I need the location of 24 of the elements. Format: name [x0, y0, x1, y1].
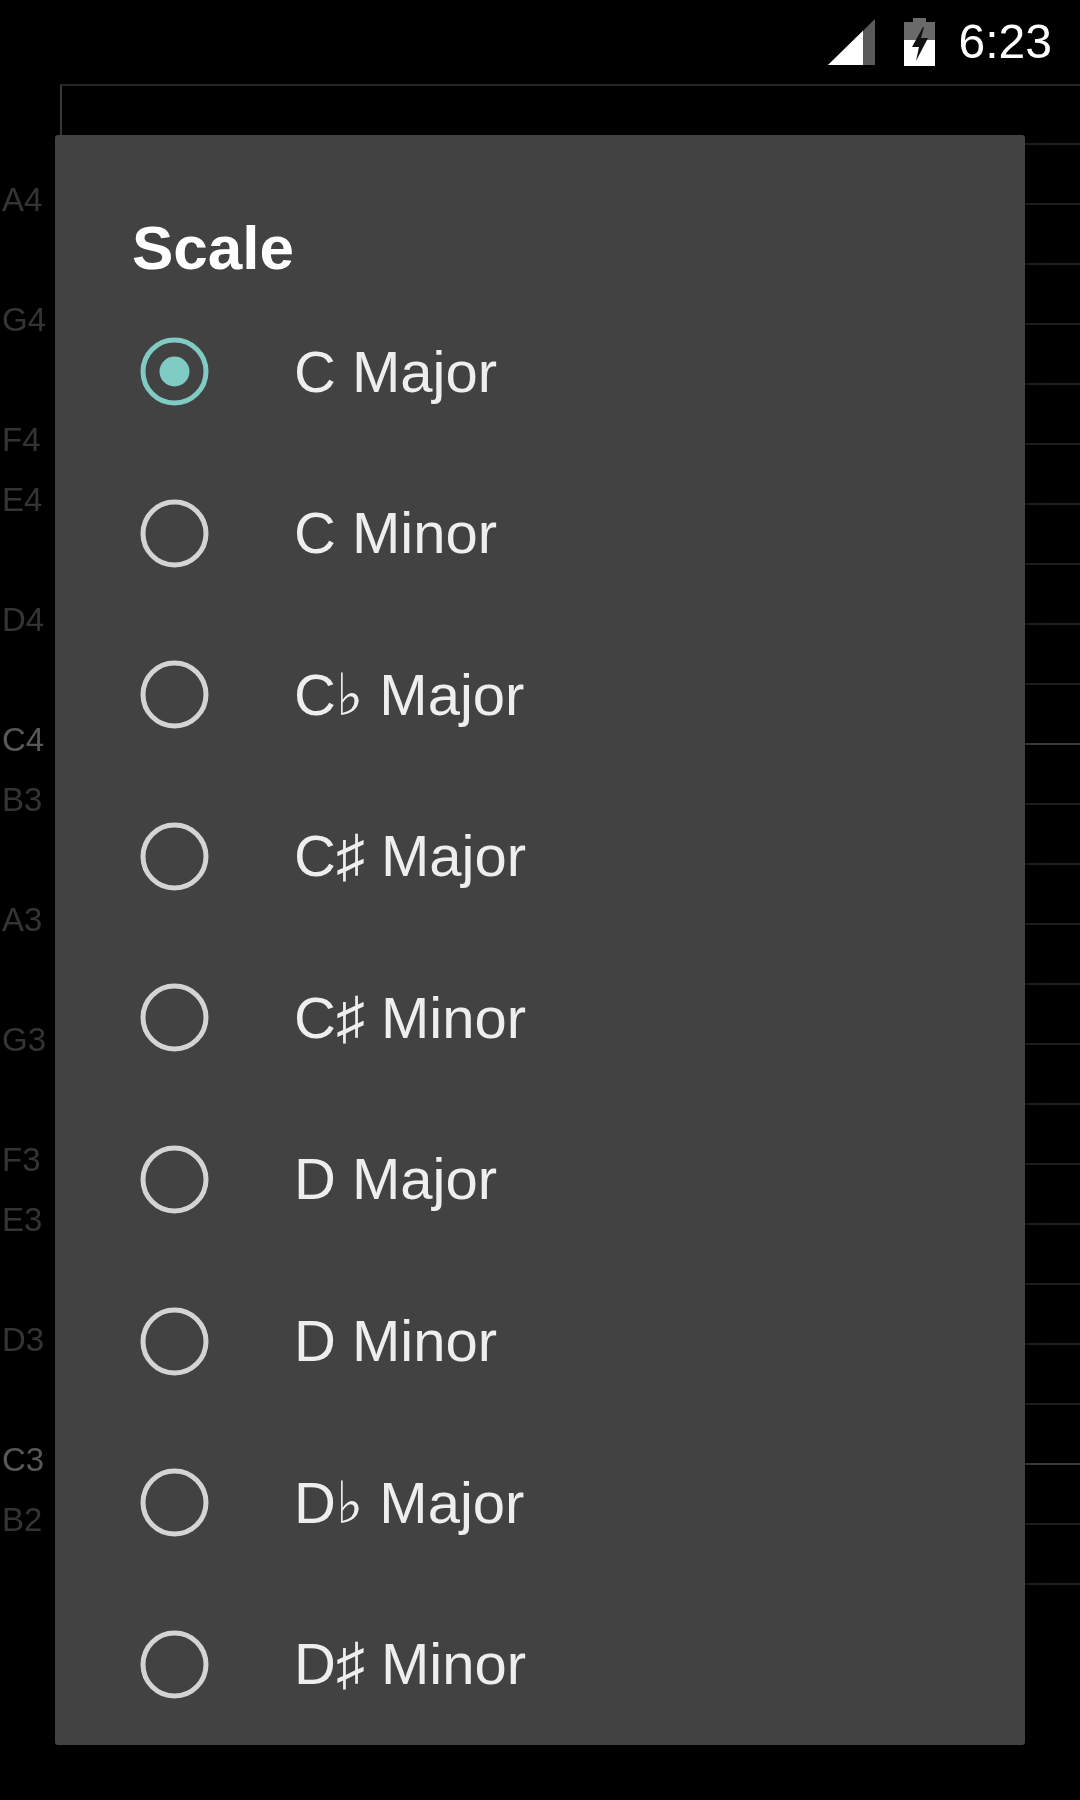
radio-button[interactable] — [140, 498, 209, 568]
scale-option[interactable]: C♯ Major — [140, 821, 527, 891]
scale-option[interactable]: D♯ Minor — [140, 1629, 527, 1699]
scale-option[interactable]: C Major — [140, 337, 498, 406]
signal-icon — [827, 19, 875, 65]
radio-button[interactable] — [140, 1468, 209, 1538]
radio-button[interactable] — [140, 337, 209, 406]
scale-option[interactable]: D Major — [140, 1144, 498, 1214]
note-label: C3 — [1, 1440, 45, 1480]
scale-option[interactable]: D♭ Major — [140, 1468, 525, 1538]
dialog-title: Scale — [132, 212, 295, 284]
radio-button[interactable] — [140, 1629, 209, 1699]
radio-button[interactable] — [140, 1306, 209, 1376]
scale-option[interactable]: D Minor — [140, 1306, 498, 1376]
scale-option[interactable]: C♯ Minor — [140, 983, 527, 1053]
battery-charging-icon — [903, 18, 935, 66]
scale-option[interactable]: C♭ Major — [140, 660, 525, 730]
radio-button[interactable] — [140, 1144, 209, 1214]
radio-button[interactable] — [140, 821, 209, 891]
radio-button[interactable] — [140, 660, 209, 730]
status-time: 6:23 — [958, 14, 1052, 70]
radio-button[interactable] — [140, 983, 209, 1053]
note-label: C4 — [1, 720, 45, 760]
scale-option[interactable]: C Minor — [140, 498, 498, 568]
